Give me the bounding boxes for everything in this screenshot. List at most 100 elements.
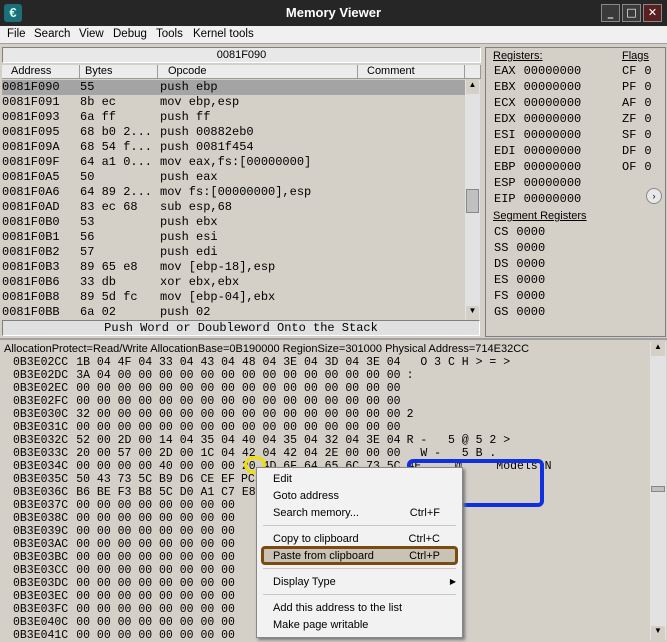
segment-gs[interactable]: GS 0000 [494,305,545,319]
hex-bytes[interactable]: 00 00 00 00 00 00 00 00 [76,577,235,590]
hex-bytes[interactable]: 00 00 00 00 00 00 00 00 [76,499,235,512]
scroll-up-icon[interactable]: ▲ [466,80,479,94]
hex-bytes[interactable]: 00 00 00 00 00 00 00 00 [76,629,235,642]
disassembly-row[interactable]: 0081F0A5 50 push eax [2,170,465,185]
hex-bytes[interactable]: 50 43 73 5C B9 D6 CE EF [76,473,235,486]
hex-row[interactable]: 0B3E03AC 00 00 00 00 00 00 00 00 [13,538,241,551]
menu-item-display-type[interactable]: Display Type [273,574,336,590]
register-ecx[interactable]: ECX 00000000 [494,96,581,110]
splitter[interactable] [0,338,667,340]
hex-bytes[interactable]: 00 00 00 00 00 00 00 00 00 00 00 00 00 0… [76,395,400,408]
register-ebp[interactable]: EBP 00000000 [494,160,581,174]
menu-file[interactable]: File [7,28,26,40]
hex-row[interactable]: 0B3E03DC 00 00 00 00 00 00 00 00 [13,577,241,590]
hex-row[interactable]: 0B3E030C 32 00 00 00 00 00 00 00 00 00 00… [13,408,413,421]
column-comment[interactable]: Comment [358,65,465,79]
hex-bytes[interactable]: 00 00 00 00 00 00 00 00 [76,564,235,577]
menu-item-search-memory[interactable]: Search memory... [273,505,359,521]
hex-bytes[interactable]: 00 00 00 00 00 00 00 00 [76,590,235,603]
hex-bytes[interactable]: 00 00 00 00 00 00 00 00 [76,512,235,525]
register-edi[interactable]: EDI 00000000 [494,144,581,158]
disassembly-row[interactable]: 0081F0AD 83 ec 68 sub esp,68 [2,200,465,215]
hex-bytes[interactable]: 00 00 00 00 00 00 00 00 [76,603,235,616]
register-eax[interactable]: EAX 00000000 [494,64,581,78]
hex-scroll-thumb[interactable] [651,486,665,492]
hex-bytes[interactable]: 32 00 00 00 00 00 00 00 00 00 00 00 00 0… [76,408,400,421]
menu-item-paste[interactable]: Paste from clipboard [273,548,374,564]
current-address-box[interactable]: 0081F090 [2,47,481,63]
scroll-down-icon[interactable]: ▼ [466,306,479,320]
hex-bytes[interactable]: 00 00 00 00 00 00 00 00 00 00 00 00 00 0… [76,382,400,395]
segment-ds[interactable]: DS 0000 [494,257,545,271]
hex-row[interactable]: 0B3E02CC 1B 04 4F 04 33 04 43 04 48 04 3E… [13,356,510,369]
disassembly-scrollbar[interactable]: ▲ ▼ [465,80,480,320]
hex-bytes[interactable]: 52 00 2D 00 14 04 35 04 40 04 35 04 32 0… [76,434,400,447]
menu-item-copy[interactable]: Copy to clipboard [273,531,359,547]
menu-kernel-tools[interactable]: Kernel tools [193,28,254,40]
disassembly-row[interactable]: 0081F0B1 56 push esi [2,230,465,245]
hex-scrollbar[interactable]: ▲ ▼ [650,342,666,640]
register-edx[interactable]: EDX 00000000 [494,112,581,126]
disassembly-row[interactable]: 0081F0B2 57 push edi [2,245,465,260]
hex-scroll-up-icon[interactable]: ▲ [651,342,665,356]
hex-row[interactable]: 0B3E02EC 00 00 00 00 00 00 00 00 00 00 00… [13,382,407,395]
disassembly-list[interactable]: 0081F090 55 push ebp 0081F091 8b ec mov ebp,e… [2,80,465,320]
flag-pf[interactable]: PF 0 [622,80,652,94]
hex-scroll-down-icon[interactable]: ▼ [651,626,665,640]
register-ebx[interactable]: EBX 00000000 [494,80,581,94]
menu-item-goto-address[interactable]: Goto address [273,488,339,504]
menu-search[interactable]: Search [34,28,70,40]
menu-debug[interactable]: Debug [113,28,147,40]
disassembly-row[interactable]: 0081F0B3 89 65 e8 mov [ebp-18],esp [2,260,465,275]
register-eip[interactable]: EIP 00000000 [494,192,581,206]
column-opcode[interactable]: Opcode [158,65,358,79]
disassembly-row[interactable]: 0081F09F 64 a1 0... mov eax,fs:[00000000] [2,155,465,170]
hex-row[interactable]: 0B3E03FC 00 00 00 00 00 00 00 00 [13,603,241,616]
hex-row[interactable]: 0B3E038C 00 00 00 00 00 00 00 00 [13,512,241,525]
hex-row[interactable]: 0B3E040C 00 00 00 00 00 00 00 00 [13,616,241,629]
maximize-button[interactable]: □ [622,4,641,22]
column-address[interactable]: Address [2,65,80,79]
column-bytes[interactable]: Bytes [80,65,158,79]
hex-bytes[interactable]: 1B 04 4F 04 33 04 43 04 48 04 3E 04 3D 0… [76,356,400,369]
disassembly-row[interactable]: 0081F091 8b ec mov ebp,esp [2,95,465,110]
menu-item-add-address[interactable]: Add this address to the list [273,600,402,616]
hex-row[interactable]: 0B3E03EC 00 00 00 00 00 00 00 00 [13,590,241,603]
hex-bytes[interactable]: B6 BE F3 B8 5C D0 A1 C7 E8 [76,486,255,499]
disassembly-row[interactable]: 0081F090 55 push ebp [2,80,465,95]
segment-ss[interactable]: SS 0000 [494,241,545,255]
hex-bytes[interactable]: 00 00 00 00 00 00 00 00 [76,551,235,564]
hex-row[interactable]: 0B3E02DC 3A 04 00 00 00 00 00 00 00 00 00… [13,369,413,382]
menu-item-edit[interactable]: Edit [273,471,292,487]
hex-bytes[interactable]: 3A 04 00 00 00 00 00 00 00 00 00 00 00 0… [76,369,400,382]
flag-af[interactable]: AF 0 [622,96,652,110]
hex-bytes[interactable]: 00 00 00 00 00 00 00 00 [76,538,235,551]
hex-row[interactable]: 0B3E032C 52 00 2D 00 14 04 35 04 40 04 35… [13,434,510,447]
flag-zf[interactable]: ZF 0 [622,112,652,126]
hex-row[interactable]: 0B3E02FC 00 00 00 00 00 00 00 00 00 00 00… [13,395,407,408]
disassembly-row[interactable]: 0081F09A 68 54 f... push 0081f454 [2,140,465,155]
hex-row[interactable]: 0B3E037C 00 00 00 00 00 00 00 00 [13,499,241,512]
hex-bytes[interactable]: 00 00 00 00 00 00 00 00 [76,616,235,629]
flag-of[interactable]: OF 0 [622,160,652,174]
scroll-thumb[interactable] [466,189,479,213]
segment-cs[interactable]: CS 0000 [494,225,545,239]
hex-row[interactable]: 0B3E03BC 00 00 00 00 00 00 00 00 [13,551,241,564]
disassembly-row[interactable]: 0081F0B8 89 5d fc mov [ebp-04],ebx [2,290,465,305]
hex-row[interactable]: 0B3E03CC 00 00 00 00 00 00 00 00 [13,564,241,577]
disassembly-row[interactable]: 0081F0B0 53 push ebx [2,215,465,230]
segment-fs[interactable]: FS 0000 [494,289,545,303]
register-esi[interactable]: ESI 00000000 [494,128,581,142]
disassembly-row[interactable]: 0081F0B6 33 db xor ebx,ebx [2,275,465,290]
flag-sf[interactable]: SF 0 [622,128,652,142]
segment-es[interactable]: ES 0000 [494,273,545,287]
menu-tools[interactable]: Tools [156,28,183,40]
flag-df[interactable]: DF 0 [622,144,652,158]
register-esp[interactable]: ESP 00000000 [494,176,581,190]
expand-arrow-icon[interactable]: › [646,188,662,204]
disassembly-row[interactable]: 0081F093 6a ff push ff [2,110,465,125]
close-button[interactable]: ✕ [643,4,662,22]
disassembly-row[interactable]: 0081F0BB 6a 02 push 02 [2,305,465,320]
hex-row[interactable]: 0B3E039C 00 00 00 00 00 00 00 00 [13,525,241,538]
hex-bytes[interactable]: 00 00 00 00 00 00 00 00 [76,525,235,538]
